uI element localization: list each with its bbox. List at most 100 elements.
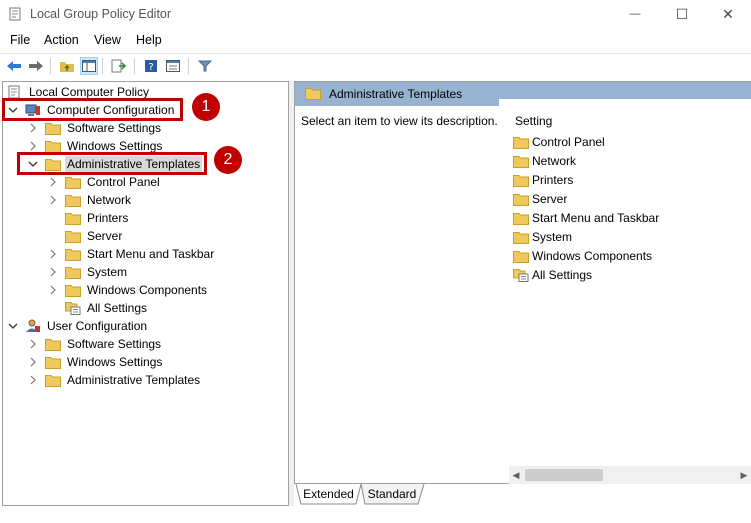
folder-icon bbox=[45, 337, 61, 351]
list-item-network[interactable]: Network bbox=[513, 152, 576, 170]
scroll-left-icon[interactable]: ◀ bbox=[509, 466, 523, 484]
column-header-setting[interactable]: Setting bbox=[515, 114, 552, 128]
list-item-printers[interactable]: Printers bbox=[513, 171, 573, 189]
list-item-label: Control Panel bbox=[532, 135, 605, 149]
folder-icon bbox=[305, 87, 321, 103]
list-item-all-settings[interactable]: All Settings bbox=[513, 266, 592, 284]
folder-icon bbox=[513, 135, 529, 149]
chevron-down-icon[interactable] bbox=[7, 320, 19, 332]
folder-icon bbox=[65, 229, 81, 243]
folder-icon bbox=[45, 121, 61, 135]
title-bar: Local Group Policy Editor — ☐ ✕ bbox=[0, 0, 751, 28]
list-item-server[interactable]: Server bbox=[513, 190, 567, 208]
tree-item-user-software-settings[interactable]: Software Settings bbox=[27, 335, 163, 353]
list-item-label: System bbox=[532, 230, 573, 244]
tree-label: User Configuration bbox=[47, 319, 148, 333]
callout-badge-2: 2 bbox=[214, 146, 242, 174]
scroll-right-icon[interactable]: ▶ bbox=[737, 466, 751, 484]
list-item-label: Start Menu and Taskbar bbox=[532, 211, 660, 225]
tree-item-software-settings[interactable]: Software Settings bbox=[27, 119, 163, 137]
svg-text:?: ? bbox=[148, 62, 153, 73]
tree-label: Control Panel bbox=[87, 175, 160, 189]
properties-icon bbox=[166, 60, 180, 72]
list-item-control-panel[interactable]: Control Panel bbox=[513, 133, 605, 151]
chevron-right-icon[interactable] bbox=[47, 284, 59, 296]
chevron-right-icon[interactable] bbox=[27, 338, 39, 350]
filter-button[interactable] bbox=[196, 57, 214, 75]
forward-button[interactable] bbox=[27, 57, 45, 75]
folder-icon bbox=[65, 247, 81, 261]
callout-badge-1: 1 bbox=[192, 93, 220, 121]
tree-item-user-configuration[interactable]: User Configuration bbox=[7, 317, 149, 335]
chevron-right-icon[interactable] bbox=[27, 140, 39, 152]
tree-item-start-menu-and-taskbar[interactable]: Start Menu and Taskbar bbox=[47, 245, 216, 263]
folder-icon bbox=[513, 230, 529, 244]
tree-item-windows-components[interactable]: Windows Components bbox=[47, 281, 209, 299]
tree-item-user-administrative-templates[interactable]: Administrative Templates bbox=[27, 371, 202, 389]
folder-icon bbox=[65, 193, 81, 207]
show-hide-tree-button[interactable] bbox=[80, 57, 98, 75]
help-icon: ? bbox=[145, 60, 157, 73]
tree-label: Administrative Templates bbox=[67, 373, 201, 387]
list-item-label: Windows Components bbox=[532, 249, 653, 263]
policy-editor-app-icon bbox=[8, 7, 22, 21]
tree-item-network[interactable]: Network bbox=[47, 191, 133, 209]
highlight-box-computer-configuration bbox=[2, 98, 183, 121]
list-item-system[interactable]: System bbox=[513, 228, 572, 246]
maximize-button[interactable]: ☐ bbox=[659, 0, 705, 28]
menu-bar: File Action View Help bbox=[0, 29, 751, 51]
forward-arrow-icon bbox=[29, 61, 43, 71]
folder-icon bbox=[45, 139, 61, 153]
menu-view[interactable]: View bbox=[94, 33, 121, 47]
window-title: Local Group Policy Editor bbox=[30, 7, 172, 21]
chevron-right-icon[interactable] bbox=[47, 266, 59, 278]
chevron-right-icon[interactable] bbox=[27, 374, 39, 386]
horizontal-scrollbar[interactable]: ◀ ▶ bbox=[509, 466, 751, 484]
chevron-right-icon[interactable] bbox=[47, 248, 59, 260]
tree-item-system[interactable]: System bbox=[47, 263, 129, 281]
view-tabs: Extended Standard bbox=[294, 484, 751, 506]
folder-icon bbox=[513, 154, 529, 168]
menu-file[interactable]: File bbox=[10, 33, 30, 47]
chevron-right-icon[interactable] bbox=[47, 176, 59, 188]
list-item-start-menu-and-taskbar[interactable]: Start Menu and Taskbar bbox=[513, 209, 659, 227]
list-item-windows-components[interactable]: Windows Components bbox=[513, 247, 652, 265]
console-tree: Local Computer Policy Computer Configura… bbox=[2, 81, 289, 506]
chevron-right-icon[interactable] bbox=[47, 194, 59, 206]
user-icon bbox=[25, 319, 41, 333]
close-button[interactable]: ✕ bbox=[705, 0, 751, 28]
tree-item-user-windows-settings[interactable]: Windows Settings bbox=[27, 353, 164, 371]
export-list-icon bbox=[111, 59, 127, 73]
folder-icon bbox=[513, 211, 529, 225]
chevron-right-icon[interactable] bbox=[27, 356, 39, 368]
filter-icon bbox=[198, 60, 212, 72]
back-arrow-icon bbox=[7, 61, 21, 71]
up-folder-icon bbox=[60, 62, 74, 72]
menu-help[interactable]: Help bbox=[136, 33, 162, 47]
folder-icon bbox=[513, 173, 529, 187]
tab-extended[interactable]: Extended bbox=[301, 484, 356, 504]
export-list-button[interactable] bbox=[110, 57, 128, 75]
tree-item-control-panel[interactable]: Control Panel bbox=[47, 173, 162, 191]
tree-label: Printers bbox=[87, 211, 129, 225]
up-one-level-button[interactable] bbox=[58, 57, 76, 75]
minimize-button[interactable]: — bbox=[612, 0, 658, 28]
help-button[interactable]: ? bbox=[142, 57, 160, 75]
tree-item-server[interactable]: Server bbox=[65, 227, 124, 245]
chevron-right-icon[interactable] bbox=[27, 122, 39, 134]
details-pane: Administrative Templates Select an item … bbox=[294, 81, 751, 484]
all-settings-icon bbox=[513, 268, 529, 282]
properties-button[interactable] bbox=[164, 57, 182, 75]
minimize-icon: — bbox=[629, 8, 641, 20]
scroll-thumb[interactable] bbox=[525, 469, 603, 481]
menu-action[interactable]: Action bbox=[44, 33, 79, 47]
tab-standard[interactable]: Standard bbox=[364, 484, 420, 504]
details-header-title: Administrative Templates bbox=[329, 87, 463, 101]
tree-item-all-settings[interactable]: All Settings bbox=[65, 299, 149, 317]
back-button[interactable] bbox=[5, 57, 23, 75]
tree-label: Windows Settings bbox=[67, 355, 163, 369]
tree-label: Software Settings bbox=[67, 121, 162, 135]
tree-label: Network bbox=[87, 193, 132, 207]
tree-item-printers[interactable]: Printers bbox=[65, 209, 130, 227]
tree-label: System bbox=[87, 265, 128, 279]
